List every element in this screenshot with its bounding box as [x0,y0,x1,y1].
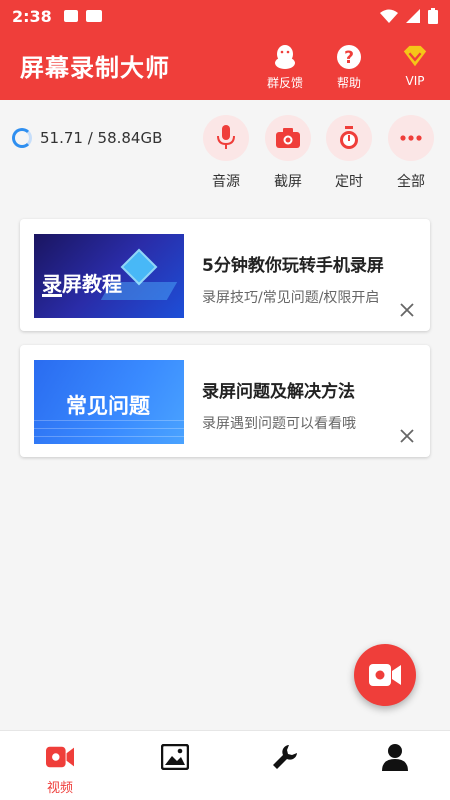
tool-audio-source[interactable]: 音源 [202,115,250,191]
help-button[interactable]: ? 帮助 [319,40,379,91]
tab-images[interactable] [145,743,205,771]
storage-indicator: 51.71 / 58.84GB [12,128,162,148]
camera-icon [265,115,311,161]
tool-audio-label: 音源 [212,174,240,190]
storage-ring-icon [12,128,32,148]
a-letter-icon [63,10,78,22]
tool-all-label: 全部 [397,174,425,190]
app-title: 屏幕录制大师 [20,54,170,82]
faq-thumbnail: 常见问题 [34,360,184,444]
tool-timer-label: 定时 [335,174,363,190]
status-bar: 2:38 [0,0,450,32]
tab-video-label: 视频 [46,781,73,796]
help-label: 帮助 [336,76,361,90]
more-icon [388,115,434,161]
svg-text:?: ? [344,48,354,68]
tab-tools[interactable] [255,743,315,771]
tutorial-thumb-text: 录屏教程 [42,272,122,296]
feedback-button[interactable]: 群反馈 [255,40,315,91]
image-icon [161,743,189,771]
question-icon: ? [336,44,362,70]
thumb-line [34,420,184,421]
app-header: 屏幕录制大师 群反馈 ? 帮助 VIP [0,32,450,100]
microphone-icon [203,115,249,161]
thumb-line [34,428,184,429]
penguin-icon [272,44,298,70]
record-button[interactable] [354,644,416,706]
wifi-icon [380,9,398,23]
faq-thumb-text: 常见问题 [66,394,150,418]
person-icon [381,743,409,771]
status-right [380,8,438,24]
status-time: 2:38 [12,6,52,26]
faq-card[interactable]: 常见问题 录屏问题及解决方法 录屏遇到问题可以看看哦 [20,345,430,457]
faq-subtitle: 录屏遇到问题可以看看哦 [202,416,356,432]
tab-profile[interactable] [365,743,425,771]
storage-text: 51.71 / 58.84GB [40,129,163,147]
stopwatch-icon [326,115,372,161]
diamond-icon [402,44,428,70]
tutorial-title: 5分钟教你玩转手机录屏 [202,256,384,276]
tool-all[interactable]: 全部 [387,115,435,191]
thumb-line [34,436,184,437]
thumb-underline [42,294,62,297]
vip-label: VIP [405,74,425,88]
close-icon[interactable] [398,427,416,445]
tool-screenshot[interactable]: 截屏 [264,115,312,191]
wrench-icon [271,743,299,771]
bottom-tab-bar: 视频 [0,730,450,800]
feedback-label: 群反馈 [266,76,303,90]
tool-timer[interactable]: 定时 [325,115,373,191]
vip-button[interactable]: VIP [385,40,445,88]
signal-icon [406,9,420,23]
record-camera-icon [369,664,401,686]
tab-video[interactable]: 视频 [30,743,90,796]
tutorial-thumbnail: 录屏教程 [34,234,184,318]
faq-title: 录屏问题及解决方法 [202,382,355,402]
close-icon[interactable] [398,301,416,319]
video-tab-icon [46,743,74,771]
thumb-cube-shape [120,248,158,286]
video-icon [85,10,102,22]
tool-screenshot-label: 截屏 [274,174,302,190]
battery-icon [428,8,438,24]
tutorial-subtitle: 录屏技巧/常见问题/权限开启 [202,290,380,306]
tutorial-card[interactable]: 录屏教程 5分钟教你玩转手机录屏 录屏技巧/常见问题/权限开启 [20,219,430,331]
